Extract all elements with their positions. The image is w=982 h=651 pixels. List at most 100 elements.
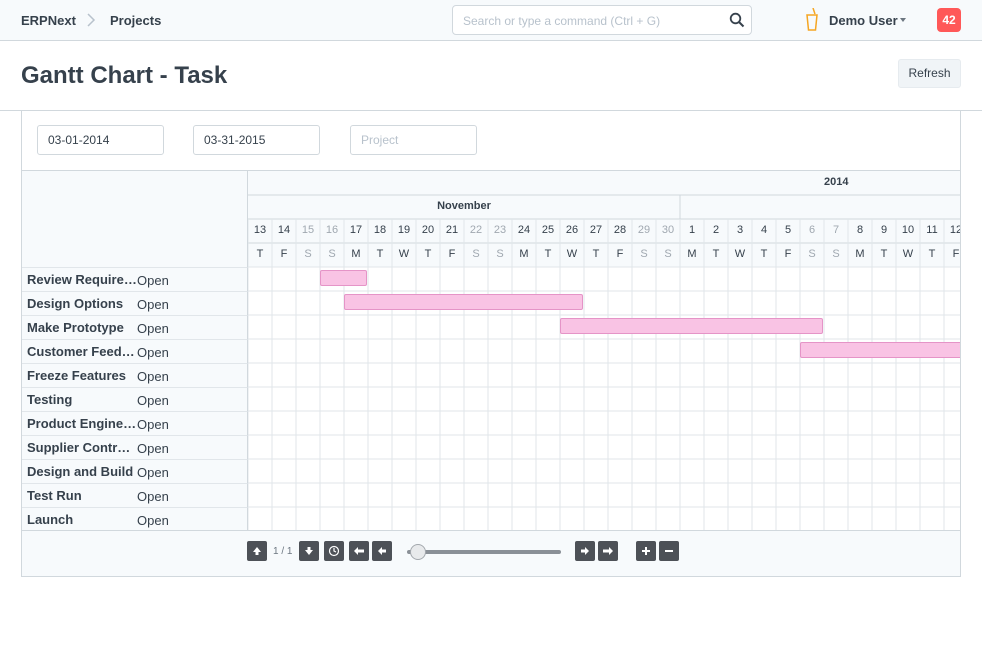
day-number: 12 — [949, 224, 961, 236]
day-number: 20 — [421, 224, 435, 236]
task-list-header — [22, 171, 248, 267]
task-row[interactable]: Design and Build Open — [22, 459, 248, 483]
year-label: 2014 — [824, 176, 849, 188]
gantt-navigation: 1 / 1 — [22, 530, 960, 576]
gantt-chart: Review RequirementsOpenDesign OptionsOpe… — [22, 170, 961, 531]
task-row[interactable]: Testing Open — [22, 387, 248, 411]
task-row[interactable]: Freeze Features Open — [22, 363, 248, 387]
page-indicator: 1 / 1 — [273, 546, 293, 557]
weekday-label: S — [664, 248, 672, 260]
from-date-input[interactable]: 03-01-2014 — [37, 125, 164, 155]
task-row[interactable]: Customer FeedbackOpen — [22, 339, 248, 363]
weekday-label: S — [328, 248, 336, 260]
weekday-label: S — [472, 248, 480, 260]
search-input[interactable]: Search or type a command (Ctrl + G) — [452, 5, 752, 35]
scroll-down-button[interactable] — [299, 541, 319, 561]
weekday-label: S — [808, 248, 816, 260]
weekday-label: T — [880, 248, 888, 260]
project-input[interactable]: Project — [350, 125, 477, 155]
day-number: 26 — [565, 224, 579, 236]
scroll-left-button[interactable] — [372, 541, 392, 561]
chevron-down-icon[interactable] — [900, 18, 906, 22]
scroll-up-button[interactable] — [247, 541, 267, 561]
gantt-timeline: 2014 November 13 T 14 F 15 S 16 S 17 M 18 T 19 W 20 T 21… — [248, 171, 961, 531]
arrow-down-icon — [305, 547, 313, 555]
day-number: 8 — [856, 224, 864, 236]
day-number: 23 — [493, 224, 507, 236]
weekday-label: M — [855, 248, 865, 260]
today-button[interactable] — [324, 541, 344, 561]
day-number: 7 — [832, 224, 840, 236]
task-status: Open — [137, 297, 169, 312]
weekday-label: S — [496, 248, 504, 260]
task-row[interactable]: Design Options Open — [22, 291, 248, 315]
user-menu[interactable]: Demo User — [829, 13, 898, 28]
weekday-label: M — [519, 248, 529, 260]
day-number: 14 — [277, 224, 291, 236]
task-bar[interactable] — [344, 294, 583, 310]
weekday-label: W — [902, 248, 914, 260]
task-row[interactable]: Test Run Open — [22, 483, 248, 507]
task-row[interactable]: Make Prototype Open — [22, 315, 248, 339]
task-name[interactable]: Product Engineering — [27, 416, 137, 431]
day-number: 28 — [613, 224, 627, 236]
day-number: 13 — [253, 224, 267, 236]
day-number: 5 — [784, 224, 792, 236]
search-placeholder: Search or type a command (Ctrl + G) — [463, 14, 661, 28]
day-number: 30 — [661, 224, 675, 236]
day-number: 24 — [517, 224, 531, 236]
weekday-label: M — [687, 248, 697, 260]
task-status: Open — [137, 513, 169, 528]
weekday-label: F — [784, 248, 792, 260]
zoom-out-button[interactable] — [659, 541, 679, 561]
scroll-end-button[interactable] — [598, 541, 618, 561]
day-number: 27 — [589, 224, 603, 236]
search-icon[interactable] — [729, 12, 745, 28]
day-number: 22 — [469, 224, 483, 236]
day-number: 10 — [901, 224, 915, 236]
task-row[interactable]: Supplier Contracts Open — [22, 435, 248, 459]
month-label: November — [437, 200, 491, 212]
task-status: Open — [137, 465, 169, 480]
scroll-right-button[interactable] — [575, 541, 595, 561]
task-name[interactable]: Design Options — [27, 296, 137, 311]
task-bar[interactable] — [320, 270, 367, 286]
task-name[interactable]: Freeze Features — [27, 368, 137, 383]
minus-icon — [665, 550, 673, 552]
notification-badge[interactable]: 42 — [937, 8, 961, 32]
refresh-button[interactable]: Refresh — [898, 59, 961, 88]
day-number: 6 — [808, 224, 816, 236]
task-name[interactable]: Test Run — [27, 488, 137, 503]
task-bar[interactable] — [560, 318, 823, 334]
arrow-right-icon — [581, 547, 589, 555]
breadcrumb-projects[interactable]: Projects — [110, 13, 161, 28]
cup-icon — [806, 8, 818, 31]
task-status: Open — [137, 489, 169, 504]
weekday-label: T — [424, 248, 432, 260]
day-number: 11 — [926, 224, 938, 236]
task-row[interactable]: Launch Open — [22, 507, 248, 531]
task-name[interactable]: Supplier Contracts — [27, 440, 137, 455]
task-name[interactable]: Review Requirements — [27, 272, 137, 287]
task-name[interactable]: Customer Feedback — [27, 344, 137, 359]
task-name[interactable]: Design and Build — [27, 464, 137, 479]
weekday-label: F — [448, 248, 456, 260]
weekday-label: T — [592, 248, 600, 260]
zoom-slider-handle[interactable] — [410, 544, 426, 560]
weekday-label: T — [544, 248, 552, 260]
task-row[interactable]: Review RequirementsOpen — [22, 267, 248, 291]
to-date-input[interactable]: 03-31-2015 — [193, 125, 320, 155]
task-bar[interactable] — [800, 342, 960, 358]
task-row[interactable]: Product EngineeringOpen — [22, 411, 248, 435]
day-number: 19 — [397, 224, 411, 236]
task-name[interactable]: Testing — [27, 392, 137, 407]
arrow-left-icon — [378, 547, 386, 555]
zoom-in-button[interactable] — [636, 541, 656, 561]
scroll-begin-button[interactable] — [349, 541, 369, 561]
zoom-slider[interactable] — [407, 550, 561, 554]
brand-link[interactable]: ERPNext — [21, 13, 76, 28]
task-name[interactable]: Make Prototype — [27, 320, 137, 335]
weekday-label: S — [640, 248, 648, 260]
weekday-label: T — [376, 248, 384, 260]
task-name[interactable]: Launch — [27, 512, 137, 527]
